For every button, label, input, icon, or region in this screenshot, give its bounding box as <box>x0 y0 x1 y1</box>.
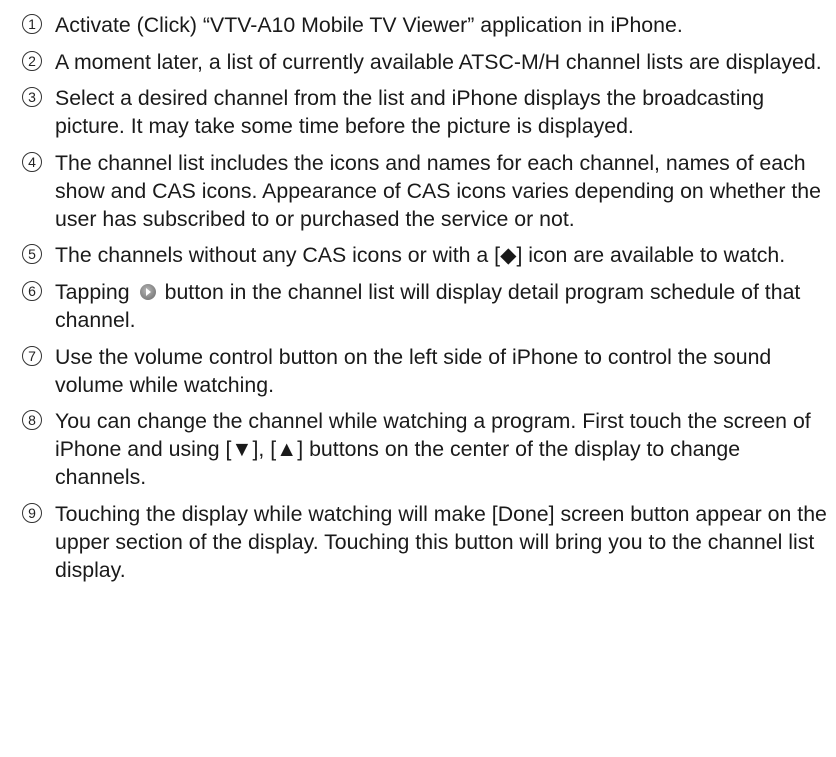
step-text-before-icon: Tapping <box>55 279 130 304</box>
instruction-page: 1 Activate (Click) “VTV-A10 Mobile TV Vi… <box>0 0 836 757</box>
step-item: 1 Activate (Click) “VTV-A10 Mobile TV Vi… <box>22 11 827 39</box>
step-item: 9 Touching the display while watching wi… <box>22 500 827 584</box>
step-text: The channels without any CAS icons or wi… <box>55 243 786 268</box>
step-text: You can change the channel while watchin… <box>55 409 811 490</box>
step-number-badge: 9 <box>22 502 42 523</box>
step-number-badge: 8 <box>22 410 42 431</box>
step-text: A moment later, a list of currently avai… <box>55 49 822 74</box>
step-item: 2 A moment later, a list of currently av… <box>22 48 827 76</box>
step-text: Use the volume control button on the lef… <box>55 344 772 397</box>
step-text: Touching the display while watching will… <box>55 501 827 582</box>
step-number-badge: 5 <box>22 244 42 265</box>
step-item: 8 You can change the channel while watch… <box>22 407 827 491</box>
step-number-badge: 1 <box>22 14 42 34</box>
step-item: 6 Tapping button in the channel list will… <box>22 278 827 334</box>
step-number-badge: 6 <box>22 280 42 301</box>
step-number-badge: 3 <box>22 87 42 108</box>
step-item: 4 The channel list includes the icons an… <box>22 149 827 233</box>
step-text-after-icon: button in the channel list will display … <box>55 279 801 332</box>
step-text: Activate (Click) “VTV-A10 Mobile TV View… <box>55 13 683 37</box>
detail-arrow-button-icon <box>139 283 156 300</box>
instruction-steps: 1 Activate (Click) “VTV-A10 Mobile TV Vi… <box>22 11 827 592</box>
step-text: Select a desired channel from the list a… <box>55 86 765 139</box>
step-item: 5 The channels without any CAS icons or … <box>22 241 827 269</box>
step-number-badge: 2 <box>22 50 42 71</box>
step-text: The channel list includes the icons and … <box>55 150 821 231</box>
step-number-badge: 7 <box>22 345 42 366</box>
step-item: 3 Select a desired channel from the list… <box>22 84 827 140</box>
step-number-badge: 4 <box>22 151 42 172</box>
step-item: 7 Use the volume control button on the l… <box>22 343 827 399</box>
